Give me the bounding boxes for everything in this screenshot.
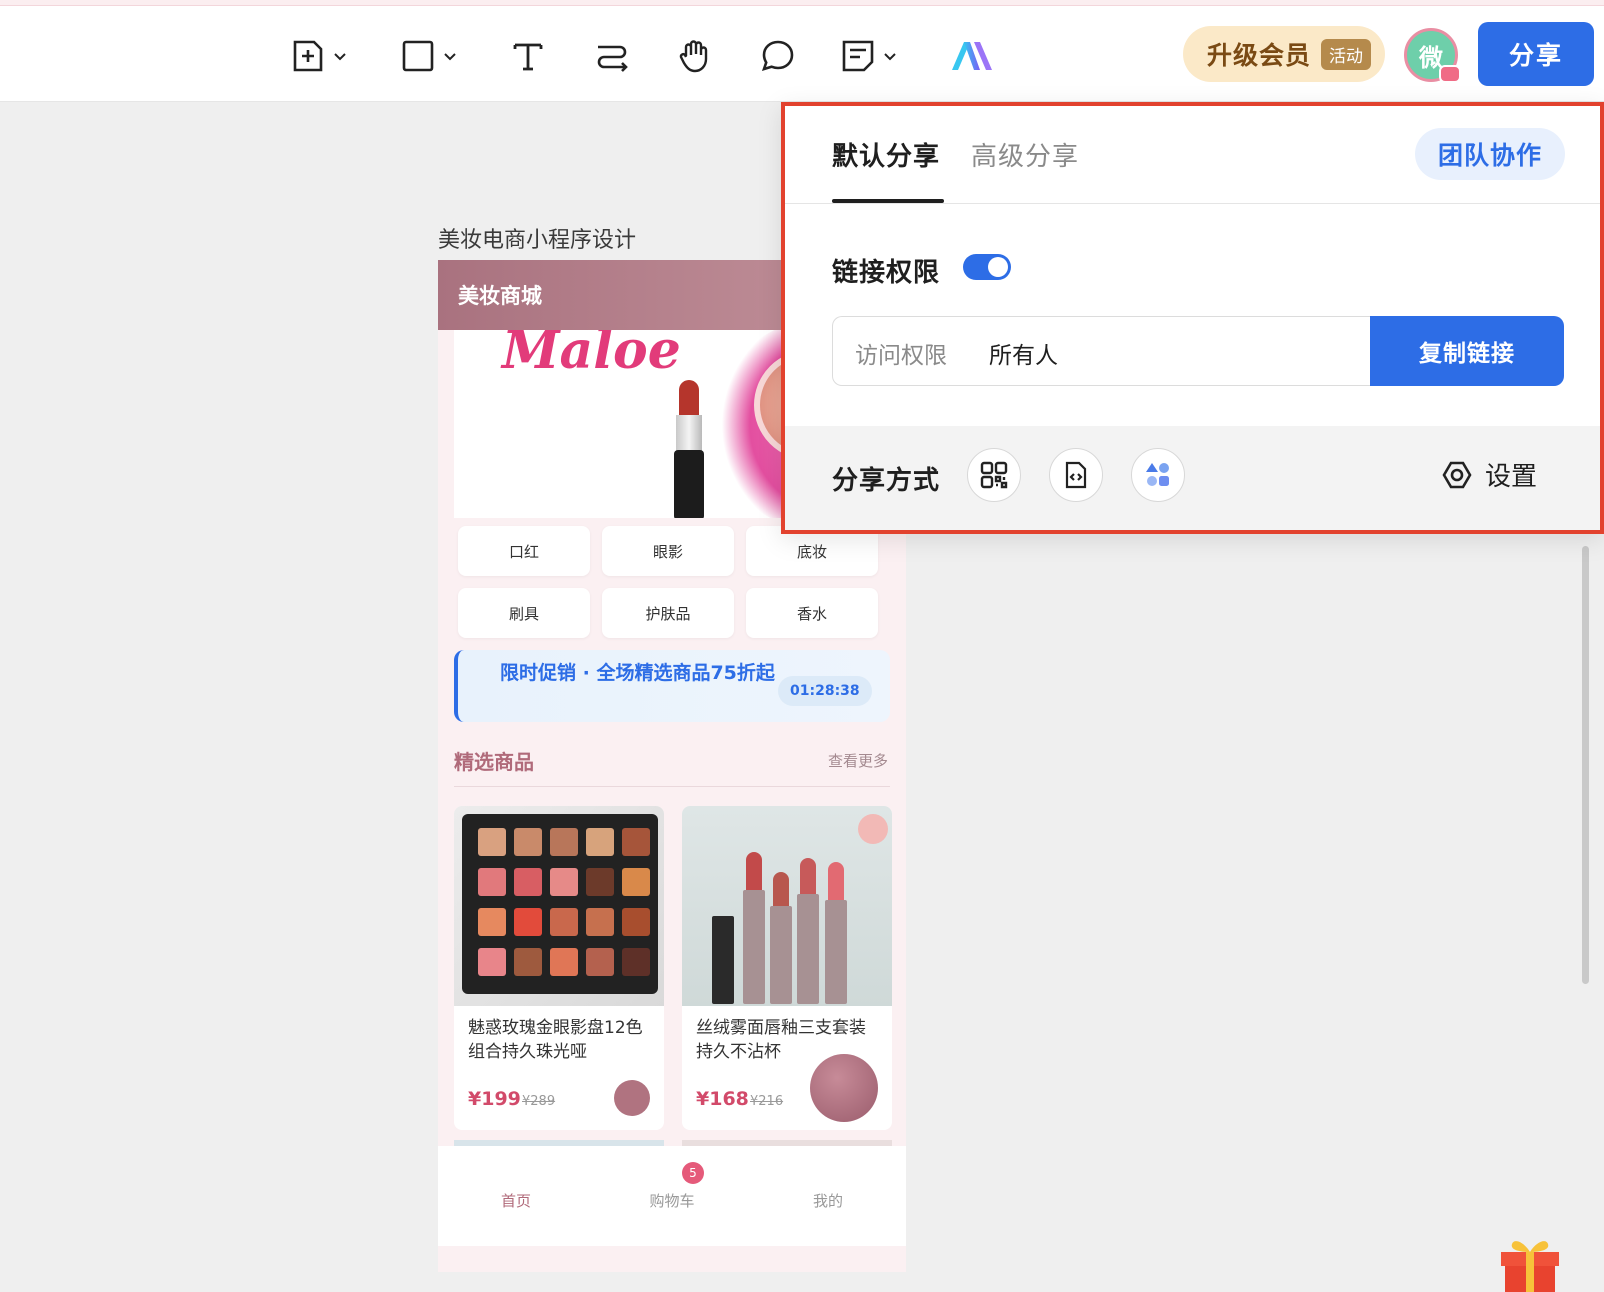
hand-tool[interactable]: [676, 34, 712, 78]
settings-label: 设置: [1485, 462, 1538, 492]
note-icon: [842, 40, 874, 72]
link-permission-toggle[interactable]: [963, 254, 1011, 280]
gift-icon[interactable]: [1497, 1226, 1563, 1292]
user-avatar[interactable]: 微: [1404, 28, 1461, 83]
section-title: 精选商品: [454, 750, 534, 774]
eyeshadow-palette-image: [454, 806, 664, 1006]
comment-tool[interactable]: [760, 34, 796, 78]
connector-tool[interactable]: [594, 34, 630, 78]
product-name: 魅惑玫瑰金眼影盘12色组合持久珠光哑: [468, 1018, 643, 1062]
product-card[interactable]: 魅惑玫瑰金眼影盘12色组合持久珠光哑 ¥199 ¥289: [454, 806, 664, 1130]
text-icon: [513, 43, 543, 71]
floating-action-button[interactable]: [810, 1054, 878, 1122]
palette-case: [462, 814, 658, 994]
connector-icon: [597, 45, 628, 72]
product-original-price: ¥216: [750, 1094, 784, 1109]
promo-text: 限时促销 · 全场精选商品75折起: [500, 662, 775, 684]
category-item[interactable]: 香水: [746, 588, 878, 638]
top-toolbar: 升级会员 活动 微 分享: [0, 6, 1604, 102]
access-value: 所有人: [989, 343, 1058, 369]
category-item[interactable]: 口红: [458, 526, 590, 576]
link-permission-label: 链接权限: [832, 258, 941, 288]
settings-icon: [1442, 461, 1472, 488]
note-tool[interactable]: [840, 34, 898, 78]
add-frame-icon: [293, 40, 323, 72]
share-methods-bar: 分享方式 设置: [785, 426, 1600, 530]
section-divider: [454, 786, 890, 787]
share-button[interactable]: 分享: [1478, 22, 1594, 86]
banner-brand: Maloe: [502, 330, 681, 381]
hand-icon: [679, 40, 708, 73]
add-frame-tool[interactable]: [290, 34, 348, 78]
canvas-scrollbar[interactable]: [1582, 546, 1589, 984]
add-to-cart-button[interactable]: [614, 1080, 650, 1116]
lipstick-collar-image: [676, 415, 702, 453]
tab-profile[interactable]: 我的: [750, 1190, 906, 1211]
member-crown-icon: [1439, 65, 1461, 83]
tab-default-share[interactable]: 默认分享: [832, 136, 940, 173]
chevron-down-icon: [334, 53, 346, 61]
access-permission-select[interactable]: 访问权限 所有人: [832, 316, 1370, 386]
copy-link-button[interactable]: 复制链接: [1370, 316, 1564, 386]
frame-title[interactable]: 美妆电商小程序设计: [438, 222, 636, 254]
tab-cart[interactable]: 购物车: [594, 1190, 750, 1211]
promo-banner[interactable]: 限时促销 · 全场精选商品75折起 01:28:38: [454, 650, 890, 722]
product-price: ¥168: [696, 1088, 749, 1110]
ai-logo-icon: [952, 42, 992, 70]
category-item[interactable]: 眼影: [602, 526, 734, 576]
category-item[interactable]: 护肤品: [602, 588, 734, 638]
share-methods-label: 分享方式: [832, 466, 941, 496]
toggle-knob: [988, 257, 1008, 277]
promo-badge: 活动: [1321, 38, 1372, 70]
cart-count-badge: 5: [682, 1162, 704, 1184]
tab-advanced-share[interactable]: 高级分享: [971, 136, 1079, 173]
share-settings-button[interactable]: 设置: [1441, 456, 1537, 493]
product-original-price: ¥289: [522, 1094, 556, 1109]
qr-code-button[interactable]: [967, 448, 1021, 502]
view-more-link[interactable]: 查看更多: [828, 750, 888, 771]
upgrade-label: 升级会员: [1207, 41, 1312, 70]
apps-icon: [1146, 463, 1169, 486]
lipstick-set-image: [682, 806, 892, 1006]
shape-tool[interactable]: [400, 34, 458, 78]
ai-assistant-tool[interactable]: [950, 34, 994, 78]
qr-code-icon: [980, 461, 1008, 489]
tab-home[interactable]: 首页: [438, 1190, 594, 1211]
team-collaboration-button[interactable]: 团队协作: [1415, 128, 1565, 180]
category-grid: 口红 眼影 底妆 刷具 护肤品 香水: [458, 526, 886, 638]
share-popover: 默认分享 高级分享 团队协作 链接权限 访问权限 所有人 复制链接 分享方式 设…: [781, 102, 1604, 534]
access-label: 访问权限: [855, 343, 947, 369]
bottom-tab-bar: 首页 购物车 5 我的: [438, 1146, 906, 1246]
embed-code-icon: [1065, 461, 1087, 489]
apps-share-button[interactable]: [1131, 448, 1185, 502]
chevron-down-icon: [884, 53, 896, 61]
upgrade-membership-button[interactable]: 升级会员 活动: [1183, 26, 1385, 82]
comment-icon: [761, 40, 794, 71]
promo-timer: 01:28:38: [778, 676, 872, 706]
chevron-down-icon: [444, 53, 456, 61]
text-tool[interactable]: [510, 34, 546, 78]
lipstick-body-image: [674, 450, 704, 518]
category-item[interactable]: 刷具: [458, 588, 590, 638]
lipstick-bullet-image: [679, 380, 699, 418]
product-price: ¥199: [468, 1088, 521, 1110]
app-title: 美妆商城: [458, 284, 542, 308]
rectangle-icon: [402, 40, 434, 72]
share-tabs: 默认分享 高级分享 团队协作: [785, 106, 1600, 204]
embed-code-button[interactable]: [1049, 448, 1103, 502]
active-tab-indicator: [832, 199, 944, 203]
